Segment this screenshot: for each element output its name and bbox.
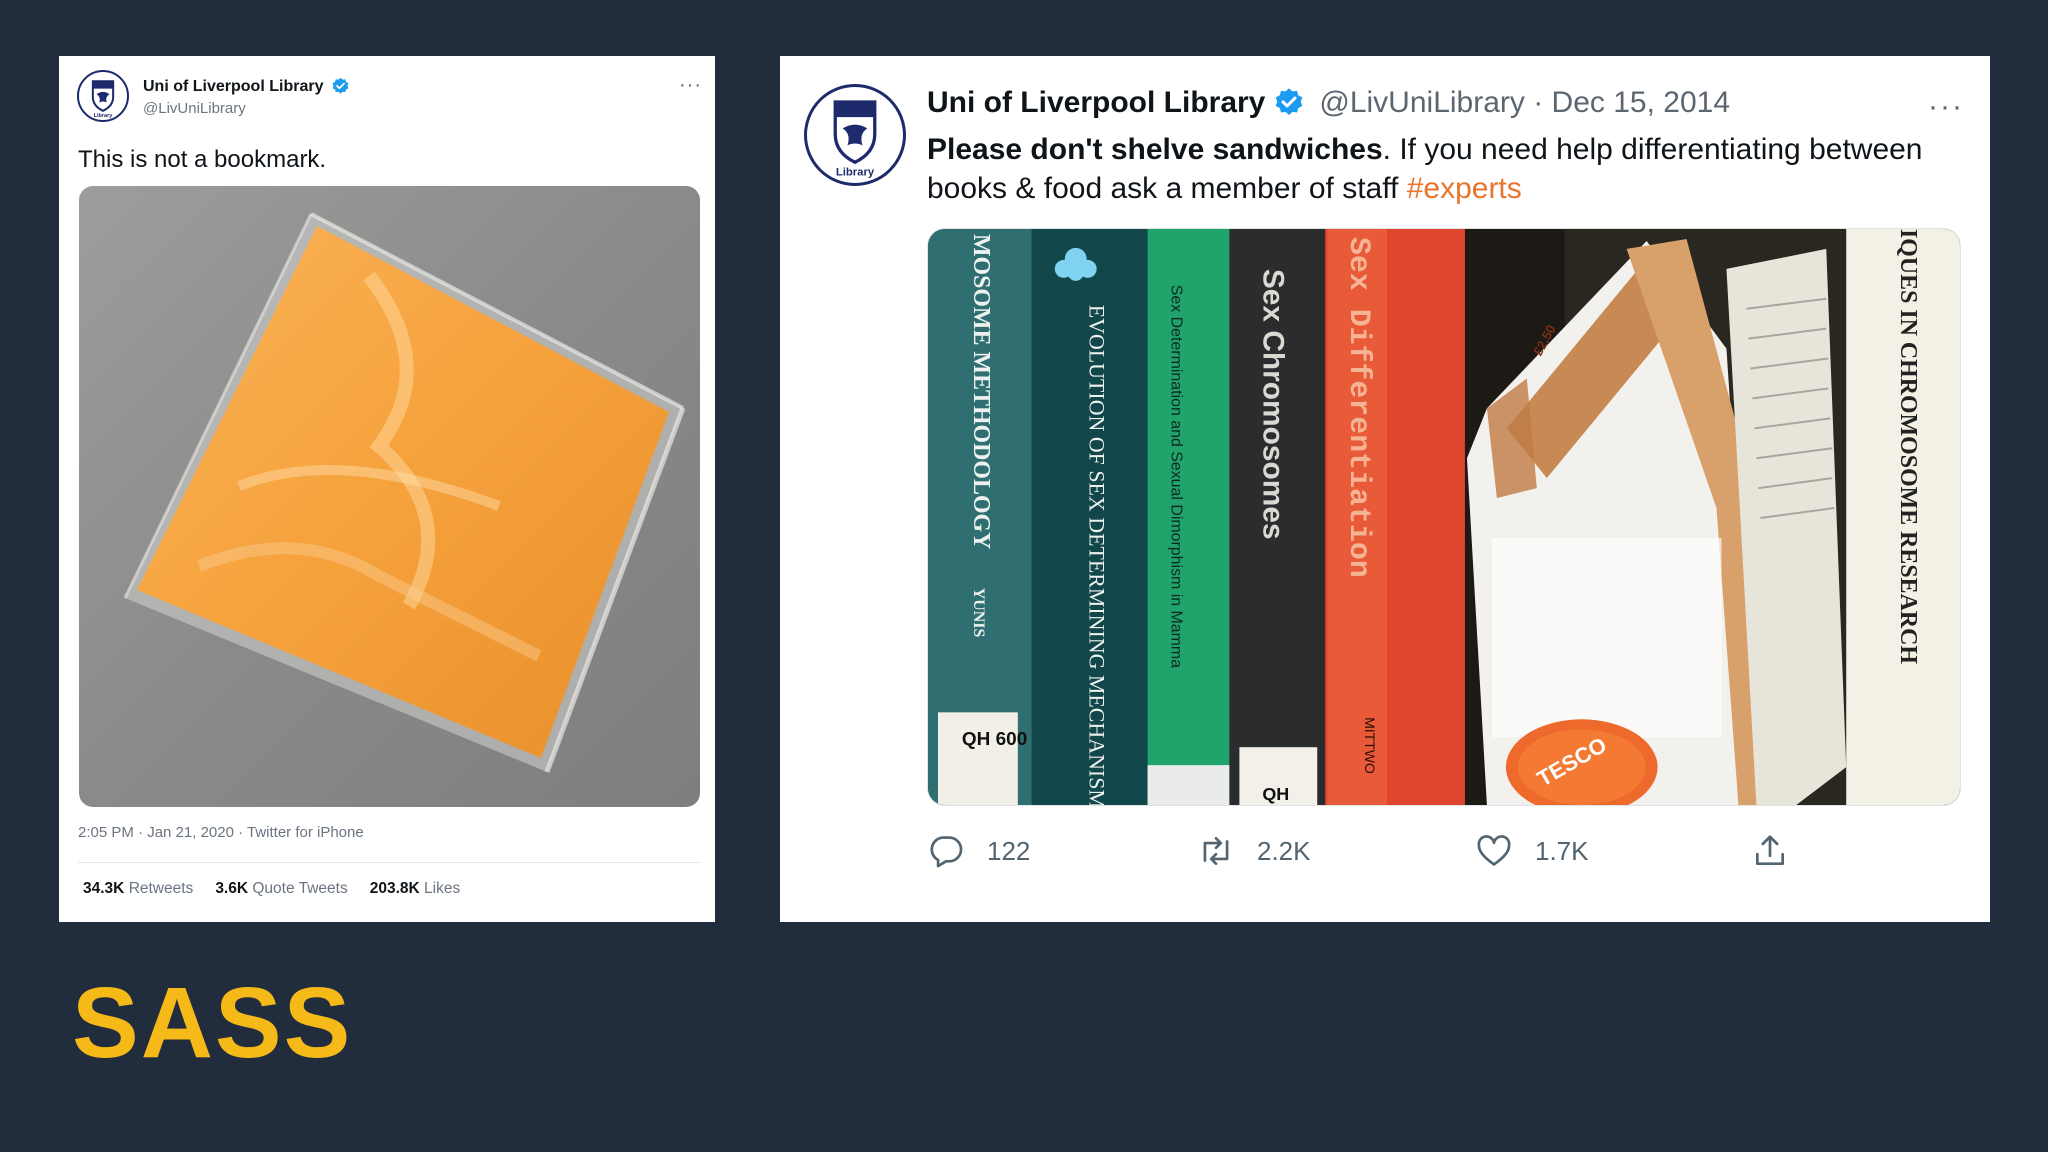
- tweet-text: Please don't shelve sandwiches. If you n…: [927, 130, 1967, 208]
- more-options-button[interactable]: ···: [679, 74, 702, 97]
- svg-text:Sex Differentiation: Sex Differentiation: [1342, 237, 1376, 578]
- tweet-timestamp[interactable]: 2:05 PM · Jan 21, 2020 · Twitter for iPh…: [78, 824, 364, 841]
- tweet-header: Uni of Liverpool Library @LivUniLibrary …: [927, 86, 1730, 120]
- account-name[interactable]: Uni of Liverpool Library: [143, 78, 323, 96]
- account-handle[interactable]: @LivUniLibrary: [143, 100, 246, 117]
- svg-text:MITTWO: MITTWO: [1362, 717, 1378, 774]
- svg-text:Sex Chromosomes: Sex Chromosomes: [1256, 269, 1289, 540]
- hashtag-link[interactable]: #experts: [1407, 172, 1522, 205]
- avatar[interactable]: Library: [77, 70, 129, 122]
- svg-text:EVOLUTION OF SEX DETERMINING M: EVOLUTION OF SEX DETERMINING MECHANISMS: [1085, 305, 1110, 805]
- retweet-count: 2.2K: [1257, 835, 1311, 866]
- bookshelf-photo: MOSOME METHODOLOGY YUNIS QH 600 Y91 EVOL…: [928, 229, 1960, 805]
- retweet-icon: [1203, 836, 1229, 866]
- svg-text:YUNIS: YUNIS: [970, 588, 987, 638]
- more-options-button[interactable]: ···: [1928, 90, 1964, 124]
- account-name[interactable]: Uni of Liverpool Library: [927, 86, 1265, 120]
- tweet-actions: 122 2.2K 1.7K: [927, 832, 1977, 882]
- like-button[interactable]: 1.7K: [1475, 832, 1589, 870]
- heart-icon: [1477, 835, 1511, 866]
- reply-count: 122: [987, 835, 1031, 866]
- library-crest-icon: Library: [91, 80, 115, 119]
- cheese-slice-photo: [79, 186, 700, 807]
- account-handle-date[interactable]: @LivUniLibrary · Dec 15, 2014: [1319, 86, 1730, 120]
- tweet-text: This is not a bookmark.: [78, 146, 327, 173]
- tweet-card-right: Library Uni of Liverpool Library @LivUni…: [780, 56, 1990, 922]
- library-crest-icon: Library: [833, 100, 877, 178]
- svg-text:MOSOME METHODOLOGY: MOSOME METHODOLOGY: [968, 234, 994, 549]
- avatar[interactable]: Library: [804, 84, 906, 186]
- svg-text:Sex Determination and Sexual D: Sex Determination and Sexual Dimorphism …: [1168, 285, 1185, 668]
- svg-text:IQUES IN CHROMOSOME RESEARCH: IQUES IN CHROMOSOME RESEARCH: [1895, 229, 1921, 664]
- verified-badge-icon: [332, 77, 349, 94]
- like-count: 1.7K: [1535, 835, 1589, 866]
- share-icon: [1755, 835, 1785, 866]
- reply-button[interactable]: 122: [927, 832, 1030, 870]
- tweet-photo-cheese-slice[interactable]: [79, 186, 700, 807]
- slide-caption: SASS: [72, 967, 353, 1079]
- verified-badge-icon: [1276, 88, 1303, 115]
- retweets-stat[interactable]: 34.3K Retweets: [83, 880, 193, 898]
- divider: [78, 862, 701, 863]
- likes-stat[interactable]: 203.8K Likes: [370, 880, 460, 898]
- svg-text:QH: QH: [1262, 784, 1289, 804]
- svg-text:Library: Library: [836, 166, 875, 178]
- svg-text:Library: Library: [94, 113, 114, 119]
- quote-tweets-stat[interactable]: 3.6K Quote Tweets: [215, 880, 347, 898]
- tweet-text-bold: Please don't shelve sandwiches: [927, 133, 1383, 166]
- tweet-stats: 34.3K Retweets 3.6K Quote Tweets 203.8K …: [83, 880, 460, 898]
- retweet-button[interactable]: 2.2K: [1197, 832, 1311, 870]
- share-button[interactable]: [1751, 832, 1811, 870]
- reply-icon: [930, 836, 963, 868]
- tweet-photo-bookshelf-sandwich[interactable]: MOSOME METHODOLOGY YUNIS QH 600 Y91 EVOL…: [927, 228, 1961, 806]
- tweet-card-left: Library Uni of Liverpool Library @LivUni…: [59, 56, 715, 922]
